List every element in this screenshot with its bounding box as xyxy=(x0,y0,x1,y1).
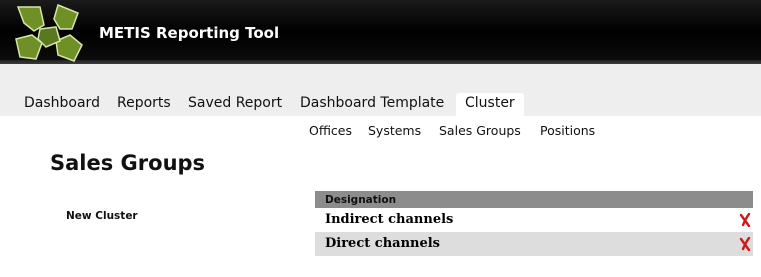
page-title: Sales Groups xyxy=(50,151,206,175)
new-cluster-link[interactable]: New Cluster xyxy=(66,210,138,222)
column-header-designation: Designation xyxy=(315,191,753,208)
subnav-sales-groups[interactable]: Sales Groups xyxy=(439,123,521,138)
subnav-offices[interactable]: Offices xyxy=(309,123,352,138)
tab-dashboard[interactable]: Dashboard xyxy=(24,93,100,117)
tab-dashboard-template[interactable]: Dashboard Template xyxy=(300,93,444,117)
designation-table: Designation Indirect channels Direct cha… xyxy=(315,191,753,256)
table-row: Indirect channels xyxy=(315,208,753,232)
metis-logo-icon[interactable] xyxy=(10,3,88,67)
tab-reports[interactable]: Reports xyxy=(117,93,171,117)
tab-saved-report[interactable]: Saved Report xyxy=(188,93,282,117)
table-row: Direct channels xyxy=(315,232,753,256)
delete-icon[interactable] xyxy=(739,237,751,251)
row-designation: Indirect channels xyxy=(325,212,454,227)
tab-cluster[interactable]: Cluster xyxy=(456,93,524,117)
subnav-positions[interactable]: Positions xyxy=(540,123,595,138)
subnav-systems[interactable]: Systems xyxy=(368,123,421,138)
delete-icon[interactable] xyxy=(739,213,751,227)
row-designation: Direct channels xyxy=(325,236,441,251)
app-title: METIS Reporting Tool xyxy=(99,24,280,42)
